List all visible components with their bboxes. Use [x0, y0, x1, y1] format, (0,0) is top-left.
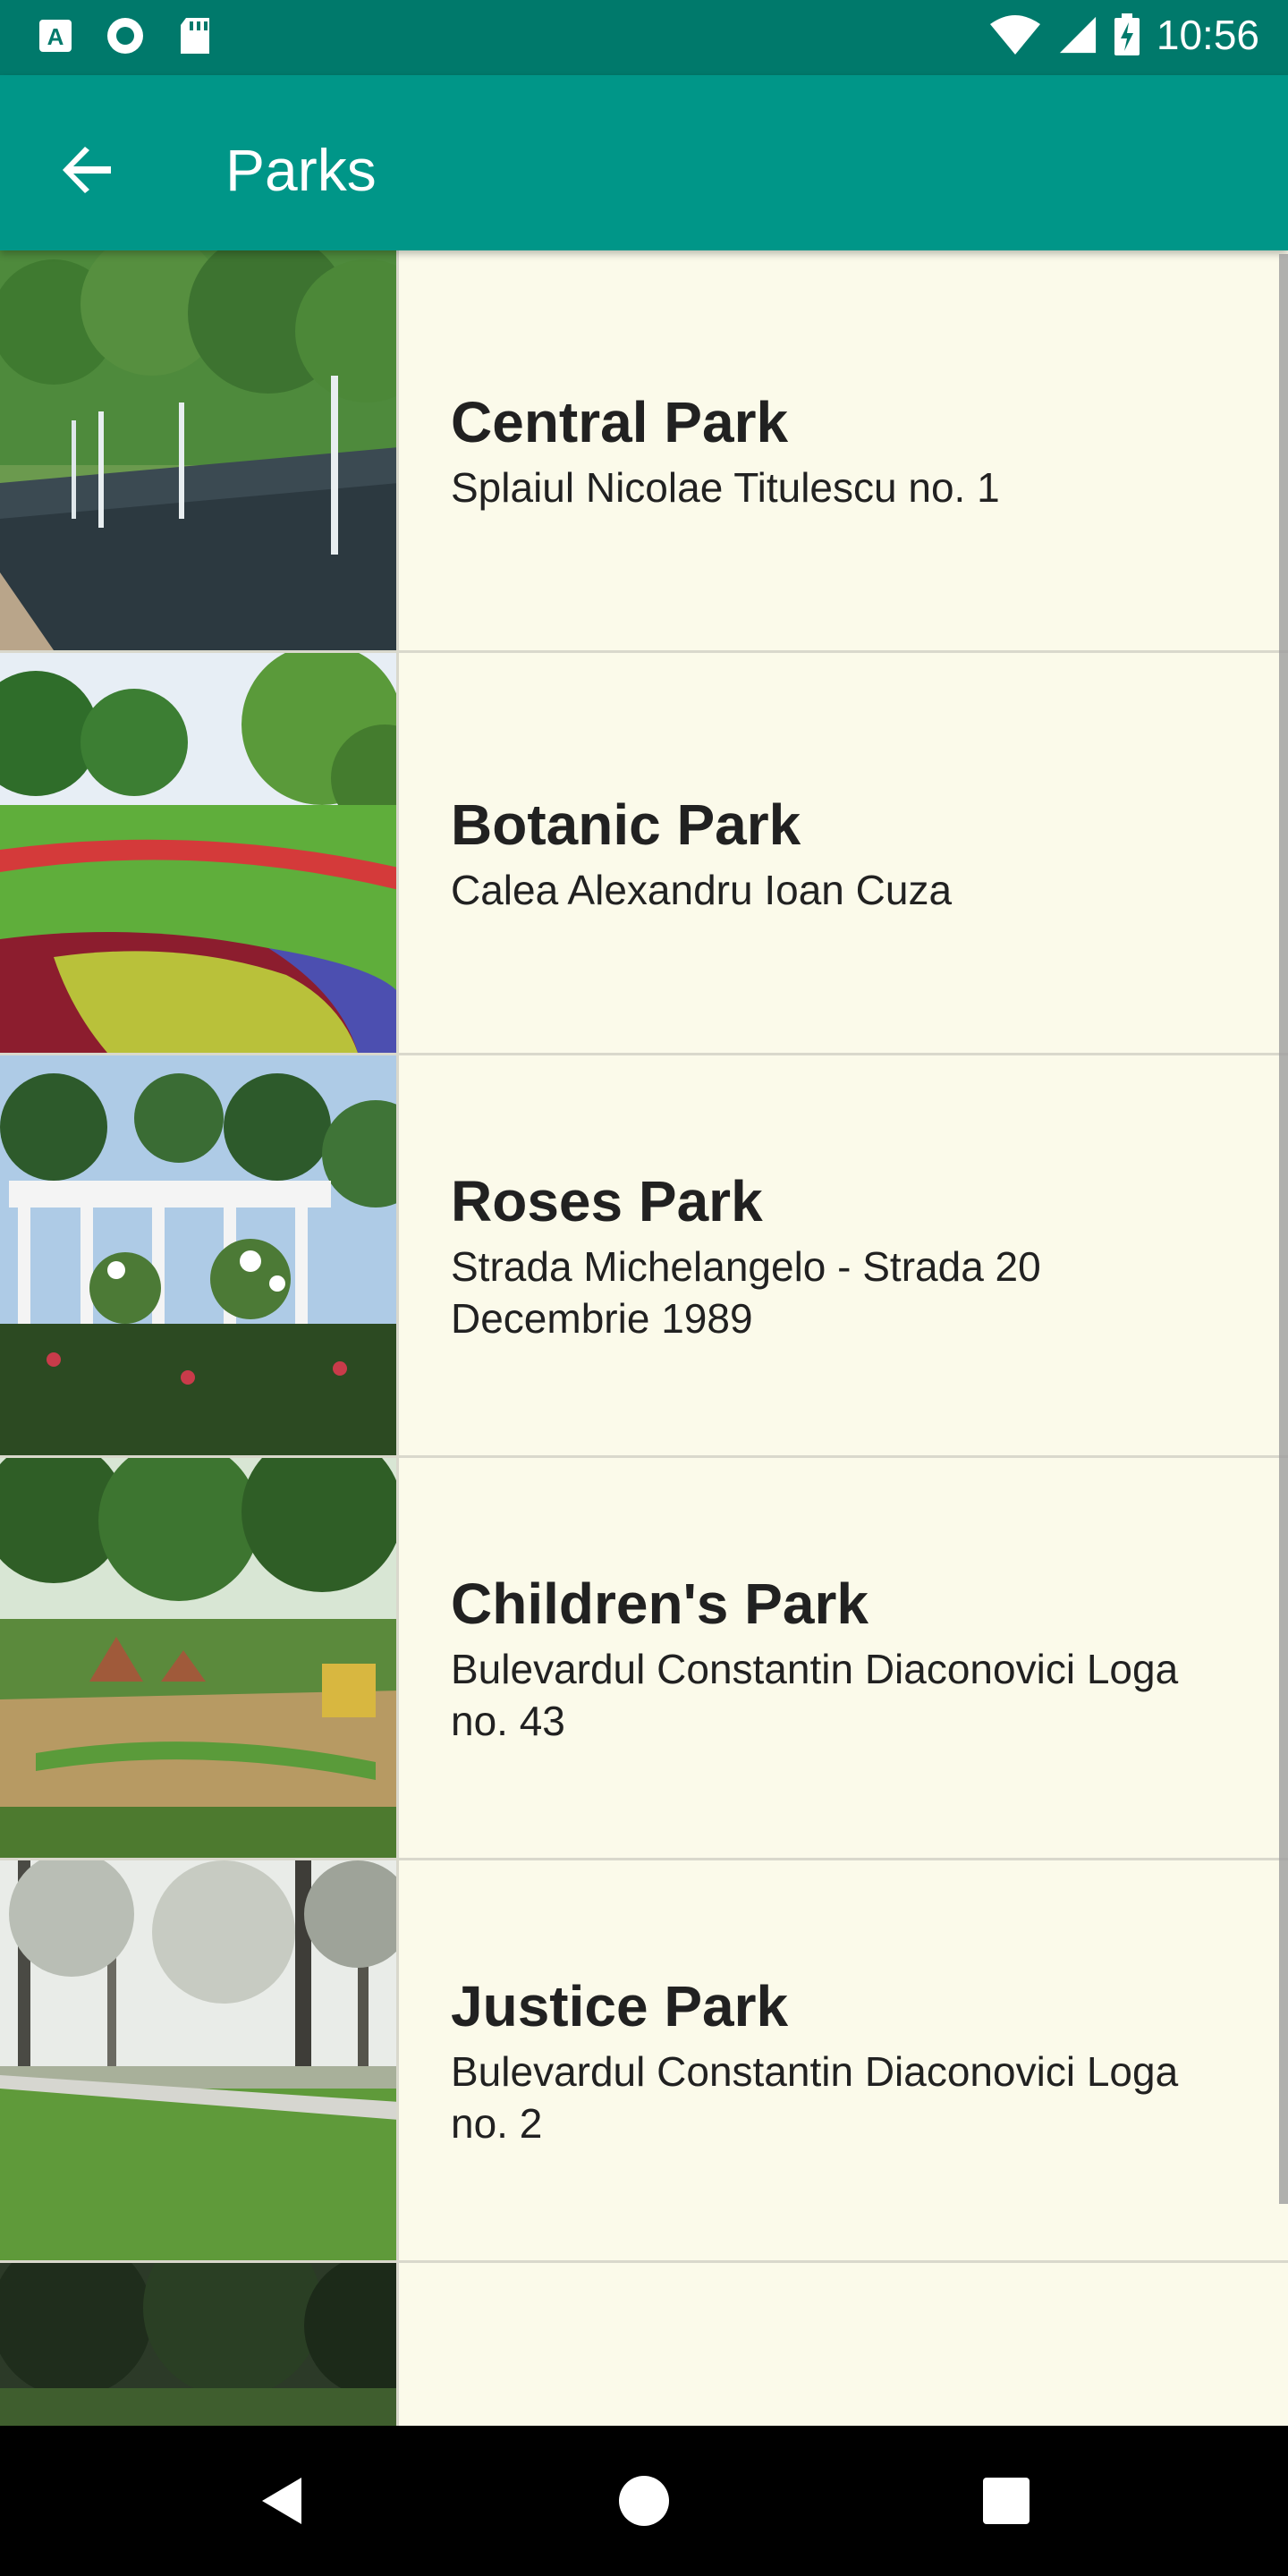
page-title: Parks — [225, 137, 377, 203]
park-address: Strada Michelangelo - Strada 20 Decembri… — [451, 1242, 1041, 1342]
park-address: Bulevardul Constantin Diaconovici Loga n… — [451, 2047, 1179, 2147]
parks-list[interactable]: Central Park Splaiul Nicolae Titulescu n… — [0, 250, 1288, 2426]
list-item-park[interactable]: Botanic Park Calea Alexandru Ioan Cuza — [0, 653, 1288, 1055]
arrow-left-icon — [63, 147, 111, 193]
park-photo — [0, 1458, 399, 1858]
app-bar: Parks — [0, 75, 1288, 250]
park-name: Botanic Park — [451, 792, 801, 857]
back-button[interactable] — [45, 127, 131, 213]
nav-back-button[interactable] — [237, 2456, 326, 2546]
circle-notification-icon — [106, 16, 145, 55]
park-address: Calea Alexandru Ioan Cuza — [451, 866, 953, 913]
home-circle-icon — [619, 2476, 669, 2526]
status-bar: A 10:56 — [0, 0, 1288, 75]
list-item-park[interactable]: Central Park Splaiul Nicolae Titulescu n… — [0, 250, 1288, 653]
park-address: Bulevardul Constantin Diaconovici Loga n… — [451, 1645, 1179, 1744]
park-name: Justice Park — [451, 1973, 789, 2038]
park-name: Children's Park — [451, 1571, 869, 1636]
back-triangle-icon — [262, 2478, 301, 2524]
list-item-park[interactable] — [0, 2263, 1288, 2426]
list-item-park[interactable]: Roses Park Strada Michelangelo - Strada … — [0, 1055, 1288, 1458]
park-photo — [0, 1860, 399, 2260]
park-address: Splaiul Nicolae Titulescu no. 1 — [451, 463, 1000, 511]
scrollbar[interactable] — [1279, 254, 1288, 2204]
svg-text:A: A — [47, 23, 64, 50]
sd-card-icon — [175, 16, 215, 55]
cell-signal-icon — [1058, 15, 1097, 55]
park-photo — [0, 1055, 399, 1455]
park-name: Roses Park — [451, 1168, 763, 1233]
park-photo — [0, 250, 399, 650]
nav-recents-button[interactable] — [962, 2456, 1051, 2546]
park-name: Central Park — [451, 389, 789, 454]
park-photo — [0, 2263, 399, 2426]
wifi-icon — [988, 15, 1042, 55]
recents-square-icon — [983, 2478, 1030, 2524]
park-photo — [0, 653, 399, 1053]
battery-charging-icon — [1114, 13, 1140, 55]
list-item-park[interactable]: Children's Park Bulevardul Constantin Di… — [0, 1458, 1288, 1860]
nav-home-button[interactable] — [599, 2456, 689, 2546]
a-notification-icon: A — [36, 16, 75, 55]
list-item-park[interactable]: Justice Park Bulevardul Constantin Diaco… — [0, 1860, 1288, 2263]
clock: 10:56 — [1156, 12, 1259, 58]
navigation-bar — [0, 2426, 1288, 2576]
